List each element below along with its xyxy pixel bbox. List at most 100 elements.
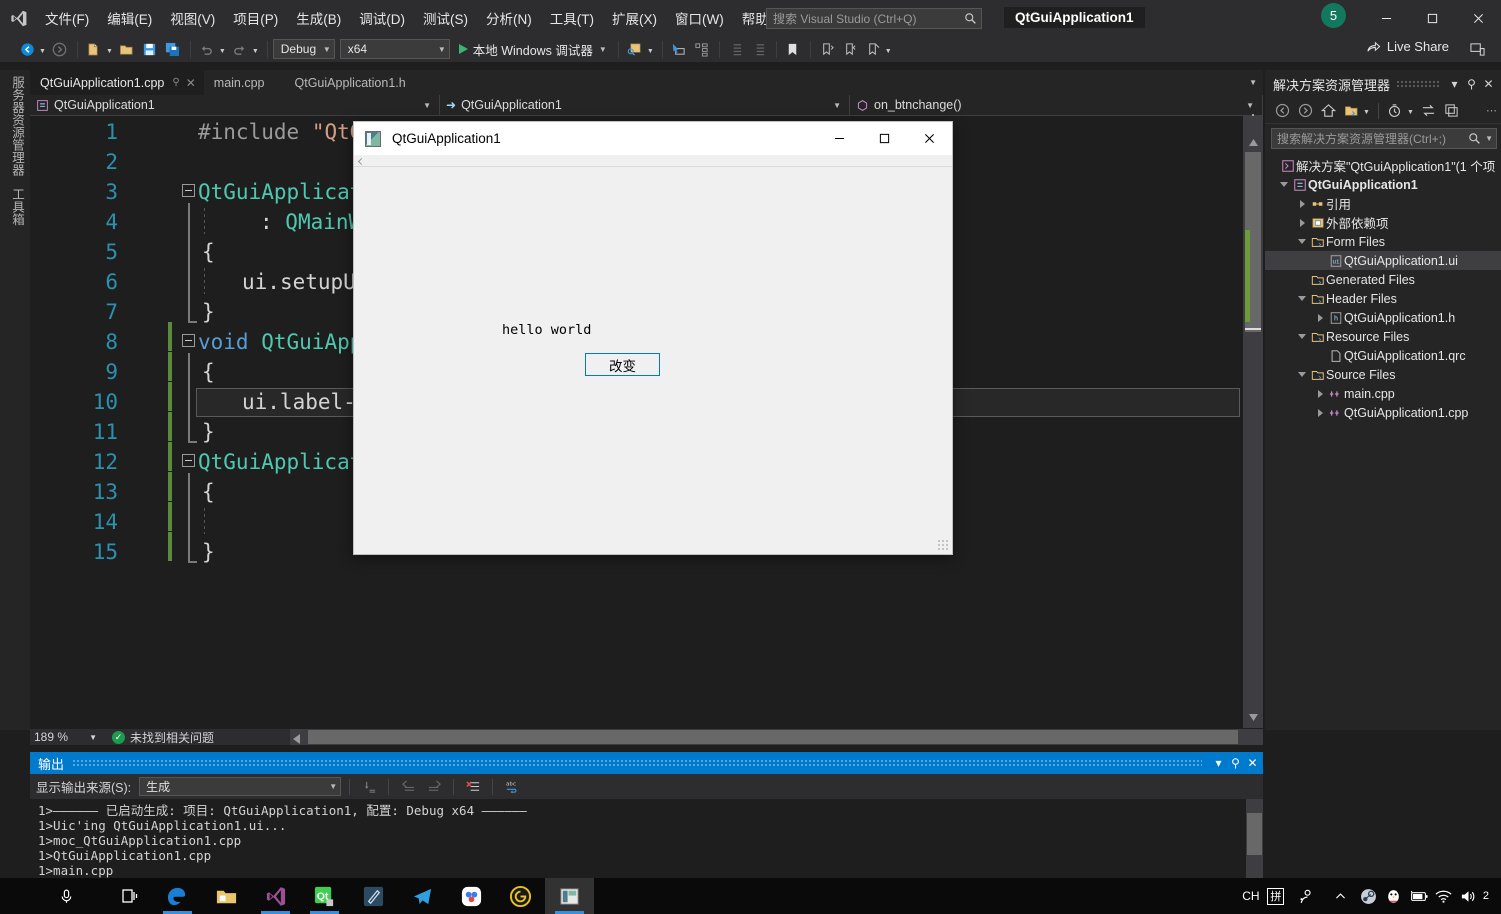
previous-bookmark-icon[interactable] bbox=[816, 38, 838, 60]
scroll-left-icon[interactable] bbox=[293, 731, 300, 749]
menu-window[interactable]: 窗口(W) bbox=[666, 4, 733, 32]
save-icon[interactable] bbox=[139, 38, 161, 60]
menu-project[interactable]: 项目(P) bbox=[224, 4, 287, 32]
editor-horizontal-scrollbar[interactable] bbox=[290, 729, 1263, 745]
tree-item-main-cpp[interactable]: main.cpp bbox=[1265, 384, 1501, 403]
clear-bookmarks-icon[interactable] bbox=[862, 38, 884, 60]
menu-view[interactable]: 视图(V) bbox=[161, 4, 224, 32]
microphone-icon[interactable] bbox=[48, 888, 84, 905]
taskbar-qt-creator-icon[interactable]: Qt bbox=[300, 878, 349, 914]
search-input[interactable] bbox=[773, 11, 964, 26]
chevron-down-icon[interactable]: ▼ bbox=[1481, 134, 1493, 143]
qt-maximize-button[interactable] bbox=[862, 122, 907, 155]
chevron-down-icon[interactable]: ▼ bbox=[593, 45, 607, 54]
close-icon[interactable]: ✕ bbox=[186, 76, 196, 90]
qt-application-window[interactable]: QtGuiApplication1 hello world 改变 bbox=[353, 121, 953, 555]
taskbar-cloud-sync-icon[interactable] bbox=[447, 878, 496, 914]
navigate-forward-icon[interactable] bbox=[49, 38, 71, 60]
tab-main-cpp[interactable]: main.cpp bbox=[204, 70, 273, 95]
chevron-down-icon[interactable]: ▼ bbox=[1407, 109, 1414, 116]
home-icon[interactable] bbox=[1317, 100, 1339, 122]
select-element-icon[interactable] bbox=[668, 38, 690, 60]
vs-search-box[interactable] bbox=[766, 8, 982, 29]
hscrollbar-thumb[interactable] bbox=[308, 730, 1238, 744]
tree-item-source-files[interactable]: Source Files bbox=[1265, 365, 1501, 384]
back-dropdown-icon[interactable]: ▼ bbox=[39, 48, 46, 55]
navbar-class-dropdown[interactable]: ➜ QtGuiApplication1 ▼ bbox=[440, 95, 850, 115]
taskbar-task-view-icon[interactable] bbox=[104, 878, 153, 914]
output-vertical-scrollbar[interactable] bbox=[1246, 799, 1263, 878]
chevron-down-icon[interactable]: ▼ bbox=[1363, 109, 1370, 116]
toolbar-overflow-icon[interactable]: ⋯ bbox=[1486, 104, 1501, 117]
qt-change-button[interactable]: 改变 bbox=[585, 353, 660, 376]
taskbar-clock[interactable]: 2 bbox=[1483, 890, 1493, 903]
tree-item-resource-files[interactable]: Resource Files bbox=[1265, 327, 1501, 346]
volume-icon[interactable] bbox=[1458, 878, 1480, 914]
twisty-collapsed-icon[interactable] bbox=[1313, 408, 1327, 417]
nav-forward-icon[interactable] bbox=[1294, 100, 1316, 122]
tree-item-qtguiapplication1-cpp[interactable]: QtGuiApplication1.cpp bbox=[1265, 403, 1501, 422]
ime-mode-indicator[interactable]: 拼 bbox=[1265, 878, 1287, 914]
pin-icon[interactable]: ⚲ bbox=[172, 77, 179, 88]
menu-edit[interactable]: 编辑(E) bbox=[98, 4, 161, 32]
panel-menu-icon[interactable]: ▾ bbox=[1446, 77, 1463, 91]
wifi-icon[interactable] bbox=[1433, 878, 1455, 914]
toggle-bookmark-icon[interactable] bbox=[782, 38, 804, 60]
tab-qtguiapplication1-cpp[interactable]: QtGuiApplication1.cpp ⚲ ✕ bbox=[30, 70, 204, 95]
twisty-expanded-icon[interactable] bbox=[1295, 334, 1309, 339]
start-debugging-button[interactable]: 本地 Windows 调试器 ▼ bbox=[455, 38, 611, 60]
twisty-expanded-icon[interactable] bbox=[1295, 296, 1309, 301]
qt-title-bar[interactable]: QtGuiApplication1 bbox=[354, 122, 952, 155]
maximize-button[interactable] bbox=[1409, 0, 1455, 36]
solution-explorer-search[interactable]: ▼ bbox=[1271, 128, 1497, 149]
drag-handle[interactable] bbox=[72, 759, 1202, 767]
attach-process-icon[interactable] bbox=[624, 38, 646, 60]
taskbar-qt-designer-icon[interactable] bbox=[349, 878, 398, 914]
tree-item-form-files[interactable]: Form Files bbox=[1265, 232, 1501, 251]
editor-vertical-scrollbar[interactable] bbox=[1243, 116, 1263, 728]
next-bookmark-icon[interactable] bbox=[839, 38, 861, 60]
notification-badge[interactable]: 5 bbox=[1321, 3, 1346, 28]
editor-scrollbar-thumb[interactable] bbox=[1245, 152, 1261, 332]
drag-handle[interactable] bbox=[1396, 80, 1440, 88]
tree-item-solution[interactable]: 解决方案"QtGuiApplication1"(1 个项 bbox=[1265, 156, 1501, 175]
menu-extensions[interactable]: 扩展(X) bbox=[603, 4, 666, 32]
navbar-project-dropdown[interactable]: QtGuiApplication1 ▼ bbox=[30, 95, 440, 115]
tree-item-external-dependencies[interactable]: 外部依赖项 bbox=[1265, 213, 1501, 232]
steam-icon[interactable] bbox=[1358, 878, 1380, 914]
attach-dropdown-icon[interactable]: ▼ bbox=[647, 48, 654, 55]
live-share-button[interactable]: Live Share bbox=[1366, 39, 1449, 54]
tree-item-qtguiapplication1-qrc[interactable]: QtGuiApplication1.qrc bbox=[1265, 346, 1501, 365]
output-scrollbar-thumb[interactable] bbox=[1247, 813, 1262, 855]
tree-item-project[interactable]: QtGuiApplication1 bbox=[1265, 175, 1501, 194]
resize-grip-icon[interactable] bbox=[937, 539, 949, 551]
taskbar-golang-icon[interactable] bbox=[496, 878, 545, 914]
zoom-level-combo[interactable]: 189 % ▼ bbox=[30, 729, 102, 745]
tree-item-qtguiapplication1-ui[interactable]: ui QtGuiApplication1.ui bbox=[1265, 251, 1501, 270]
qq-icon[interactable] bbox=[1383, 878, 1405, 914]
nav-back-icon[interactable] bbox=[1271, 100, 1293, 122]
toolbar-overflow-icon[interactable]: ▼ bbox=[885, 48, 892, 55]
platform-combo[interactable]: x64 ▼ bbox=[339, 39, 450, 59]
open-file-icon[interactable] bbox=[116, 38, 138, 60]
twisty-expanded-icon[interactable] bbox=[1295, 372, 1309, 377]
show-hidden-icons-icon[interactable] bbox=[1327, 878, 1355, 914]
next-message-icon[interactable] bbox=[423, 776, 445, 798]
taskbar-telegram-icon[interactable] bbox=[398, 878, 447, 914]
sidebar-item-server-explorer[interactable]: 服务器资源管理器 bbox=[8, 70, 27, 182]
tab-qtguiapplication1-h[interactable]: QtGuiApplication1.h bbox=[273, 70, 414, 95]
redo-dropdown-icon[interactable]: ▼ bbox=[252, 48, 259, 55]
solution-search-input[interactable] bbox=[1277, 131, 1469, 146]
taskbar-qt-app-icon[interactable] bbox=[545, 878, 594, 914]
battery-icon[interactable] bbox=[1408, 878, 1430, 914]
output-source-combo[interactable]: 生成 ▼ bbox=[139, 777, 342, 796]
undo-dropdown-icon[interactable]: ▼ bbox=[219, 48, 226, 55]
save-all-icon[interactable] bbox=[162, 38, 184, 60]
new-item-icon[interactable] bbox=[83, 38, 105, 60]
people-icon[interactable] bbox=[1290, 878, 1324, 914]
taskbar-visual-studio-icon[interactable] bbox=[251, 878, 300, 914]
taskbar-file-explorer-icon[interactable] bbox=[202, 878, 251, 914]
sidebar-item-toolbox[interactable]: 工具箱 bbox=[8, 182, 27, 232]
error-status[interactable]: ✓ 未找到相关问题 bbox=[102, 729, 214, 746]
configuration-combo[interactable]: Debug ▼ bbox=[272, 39, 335, 59]
